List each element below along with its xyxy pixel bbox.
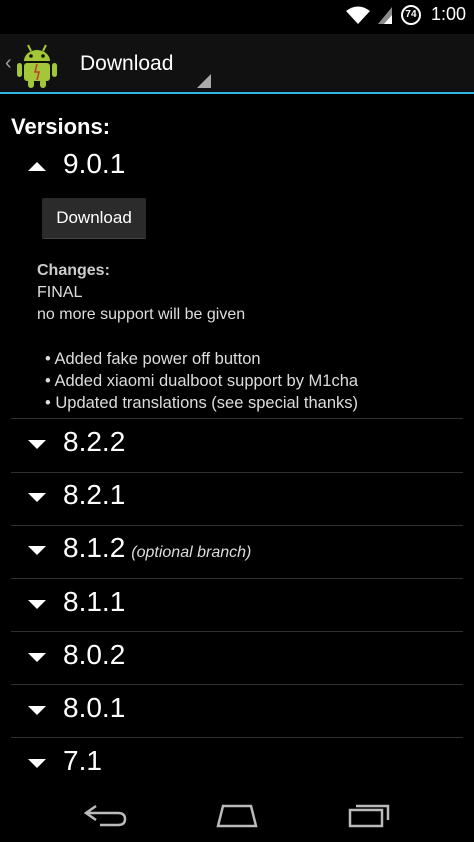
- versions-heading: Versions:: [11, 114, 111, 139]
- collapse-arrow-icon: [28, 162, 46, 171]
- expand-arrow-icon: [28, 600, 46, 609]
- divider: [11, 418, 463, 419]
- version-number: 8.0.1: [63, 692, 126, 723]
- status-bar: 74 1:00: [0, 0, 474, 34]
- version-row-expanded[interactable]: 9.0.1: [11, 142, 463, 194]
- up-navigation-icon[interactable]: ‹: [5, 52, 12, 75]
- expand-arrow-icon: [28, 653, 46, 662]
- changes-bullet-list: • Added fake power off button • Added xi…: [45, 348, 358, 414]
- version-row[interactable]: 8.0.2: [11, 633, 463, 685]
- changes-title: Changes:: [37, 262, 110, 279]
- battery-icon: 74: [400, 4, 421, 25]
- download-button[interactable]: Download: [42, 198, 146, 239]
- version-number: 8.1.1: [63, 586, 126, 617]
- expand-arrow-icon: [28, 706, 46, 715]
- navigation-bar: [0, 788, 474, 842]
- version-number: 8.1.2 (optional branch): [63, 532, 252, 563]
- bullet-item: • Updated translations (see special than…: [45, 394, 359, 412]
- version-row[interactable]: 8.2.1: [11, 473, 463, 525]
- signal-icon: [377, 5, 393, 25]
- version-row[interactable]: 8.0.1: [11, 686, 463, 738]
- version-number: 8.2.1: [63, 479, 126, 510]
- version-number: 8.2.2: [63, 426, 126, 457]
- divider: [11, 578, 463, 579]
- expand-arrow-icon: [28, 493, 46, 502]
- action-bar-title[interactable]: Download: [80, 52, 173, 76]
- recents-icon[interactable]: [346, 800, 392, 835]
- wifi-icon: [345, 5, 371, 25]
- bullet-item: • Added xiaomi dualboot support by M1cha: [45, 372, 359, 390]
- changes-line: FINAL: [37, 284, 83, 301]
- version-row[interactable]: 8.1.2 (optional branch): [11, 526, 463, 578]
- expand-arrow-icon: [28, 546, 46, 555]
- versions-list: Versions: 9.0.1 Download Changes: FINAL …: [0, 96, 474, 788]
- divider: [11, 631, 463, 632]
- bullet-item: • Added fake power off button: [45, 350, 261, 368]
- clock: 1:00: [430, 4, 466, 24]
- version-row[interactable]: 8.2.2: [11, 420, 463, 472]
- branch-note: (optional branch): [131, 544, 252, 561]
- version-number: 8.0.2: [63, 639, 126, 670]
- home-icon[interactable]: [214, 800, 260, 835]
- expand-arrow-icon: [28, 440, 46, 449]
- changes-section: Changes: FINAL no more support will be g…: [37, 260, 245, 326]
- divider: [11, 684, 463, 685]
- action-bar: ‹ Download: [0, 34, 474, 94]
- version-row[interactable]: 7.1: [11, 739, 463, 788]
- changes-line: no more support will be given: [37, 306, 246, 323]
- status-icons: 74 1:00: [345, 4, 466, 25]
- version-number: 7.1: [63, 745, 102, 776]
- divider: [11, 737, 463, 738]
- back-icon[interactable]: [82, 800, 128, 835]
- android-app-icon[interactable]: [16, 42, 58, 93]
- version-row[interactable]: 8.1.1: [11, 580, 463, 632]
- spinner-dropdown-icon[interactable]: [197, 74, 211, 88]
- expand-arrow-icon: [28, 759, 46, 768]
- version-number: 9.0.1: [63, 148, 126, 179]
